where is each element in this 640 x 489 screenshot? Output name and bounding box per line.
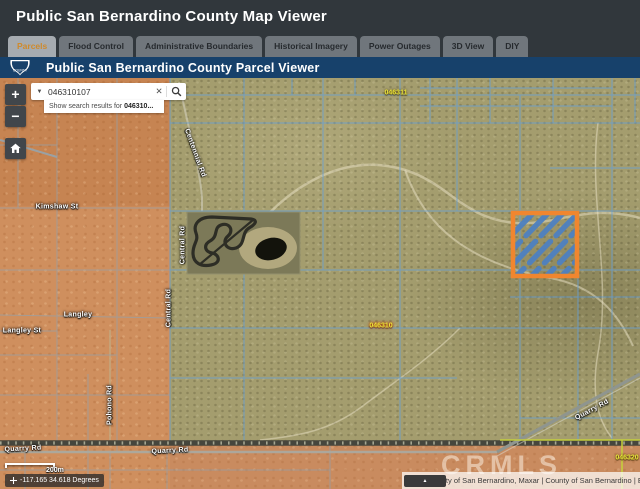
search-input[interactable]	[48, 87, 152, 97]
county-arrowhead-logo-icon: COUNTY	[8, 59, 32, 76]
tab-3d-view[interactable]: 3D View	[443, 36, 493, 57]
clear-search-icon[interactable]: ✕	[152, 86, 166, 97]
zoom-in-button[interactable]: +	[5, 84, 26, 105]
search-suggestion-item[interactable]: Show search results for 046310...	[44, 100, 164, 113]
tab-power-outages[interactable]: Power Outages	[360, 36, 440, 57]
map-overlay	[0, 78, 640, 489]
attribution-expand-button[interactable]: ▲	[404, 475, 446, 487]
minor-roads	[0, 82, 202, 440]
tab-flood-control[interactable]: Flood Control	[59, 36, 133, 57]
tab-parcels[interactable]: Parcels	[8, 36, 56, 57]
parcel-grid-west	[0, 78, 330, 489]
tab-historical-imagery[interactable]: Historical Imagery	[265, 36, 357, 57]
search-dropdown-caret-icon[interactable]: ▼	[31, 89, 48, 95]
attribution-text: County of San Bernardino, Maxar | County…	[428, 476, 640, 485]
parcel-viewer-title: Public San Bernardino County Parcel View…	[46, 61, 320, 75]
app-title: Public San Bernardino County Map Viewer	[16, 8, 327, 25]
scale-bar-label: 200m	[46, 467, 64, 474]
selected-parcel-highlight[interactable]	[458, 206, 640, 290]
terrain-wash-lines	[240, 123, 640, 440]
crosshair-icon	[10, 477, 17, 484]
zoom-out-button[interactable]: −	[5, 106, 26, 127]
home-icon	[9, 142, 22, 155]
parcel-viewer-banner: COUNTY Public San Bernardino County Parc…	[0, 57, 640, 78]
coordinates-readout: -117.165 34.618 Degrees	[5, 474, 104, 487]
search-icon	[171, 86, 182, 97]
map-viewer-app: Public San Bernardino County Map Viewer …	[0, 0, 640, 489]
search-suggestion-prefix: Show search results for	[49, 103, 124, 110]
parcel-search-box[interactable]: ▼ ✕	[31, 83, 186, 100]
svg-text:COUNTY: COUNTY	[13, 68, 28, 72]
coordinates-text: -117.165 34.618 Degrees	[20, 477, 99, 484]
tab-administrative-boundaries[interactable]: Administrative Boundaries	[136, 36, 262, 57]
tab-diy[interactable]: DIY	[496, 36, 528, 57]
map-canvas[interactable]: Kimshaw St Langley Langley St Central Rd…	[0, 78, 640, 489]
search-submit-button[interactable]	[167, 86, 186, 97]
search-suggestion-term: 046310...	[124, 103, 153, 110]
tab-bar: Parcels Flood Control Administrative Bou…	[0, 33, 640, 57]
racetrack	[187, 212, 300, 274]
home-button[interactable]	[5, 138, 26, 159]
app-header: Public San Bernardino County Map Viewer	[0, 0, 640, 33]
